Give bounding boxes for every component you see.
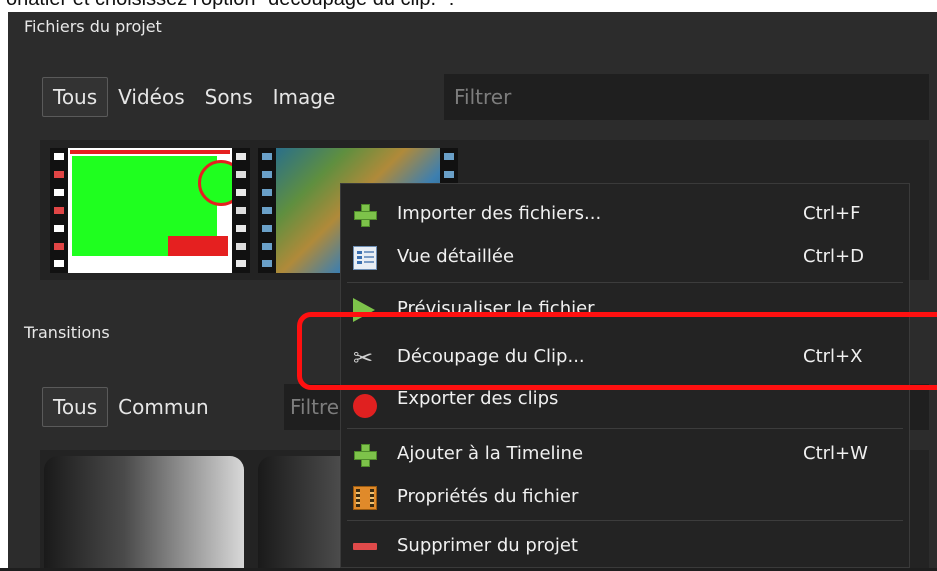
project-files-tabs: Tous Vidéos Sons Image <box>42 74 345 120</box>
minus-icon <box>353 535 377 559</box>
menu-item-label: Importer des fichiers... <box>397 203 602 224</box>
record-icon <box>353 394 377 418</box>
transition-thumbnail-1[interactable] <box>44 456 244 568</box>
thumbnail-image <box>68 148 244 273</box>
menu-item-shortcut: Ctrl+X <box>803 346 863 367</box>
tab-videos[interactable]: Vidéos <box>108 78 194 116</box>
caption-text: onatier et choisissez l'option "découpag… <box>6 0 454 11</box>
menu-item-label: Vue détaillée <box>397 246 515 267</box>
menu-item-label: Exporter des clips <box>397 388 559 409</box>
transitions-tabs: Tous Commun <box>42 384 219 430</box>
film-sprockets <box>50 148 68 273</box>
menu-item-label: Ajouter à la Timeline <box>397 443 584 464</box>
menu-item-label: Découpage du Clip... <box>397 346 585 367</box>
menu-item-shortcut: Ctrl+F <box>803 203 861 224</box>
menu-separator <box>347 428 903 429</box>
tutorial-caption: onatier et choisissez l'option "découpag… <box>0 0 937 12</box>
film-sprockets <box>232 148 250 273</box>
film-sprockets <box>258 148 276 273</box>
plus-icon <box>353 203 377 227</box>
menu-item-import-files[interactable]: Importer des fichiers... Ctrl+F <box>341 191 911 239</box>
tab-sounds[interactable]: Sons <box>195 78 263 116</box>
details-view-icon <box>353 246 377 270</box>
page-margin <box>0 12 8 568</box>
transitions-title: Transitions <box>24 323 110 342</box>
menu-item-label: Propriétés du fichier <box>397 486 579 507</box>
menu-item-file-properties[interactable]: Propriétés du fichier <box>341 474 911 522</box>
tab-all[interactable]: Tous <box>42 77 109 117</box>
project-files-filter-input[interactable]: Filtrer <box>444 74 929 120</box>
menu-item-label: Prévisualiser le fichier <box>397 298 595 319</box>
play-icon <box>353 298 375 322</box>
menu-item-add-to-timeline[interactable]: Ajouter à la Timeline Ctrl+W <box>341 431 911 479</box>
tab-common[interactable]: Commun <box>108 388 219 426</box>
menu-item-split-clip[interactable]: ✂ Découpage du Clip... Ctrl+X <box>341 334 911 382</box>
menu-item-shortcut: Ctrl+D <box>803 246 864 267</box>
tab-images[interactable]: Image <box>263 78 346 116</box>
menu-item-preview-file[interactable]: Prévisualiser le fichier <box>341 286 911 334</box>
menu-separator <box>347 282 903 283</box>
menu-item-export-clips[interactable]: Exporter des clips <box>341 382 911 430</box>
tab-all[interactable]: Tous <box>42 387 109 427</box>
context-menu: Importer des fichiers... Ctrl+F Vue déta… <box>340 183 910 568</box>
plus-icon <box>353 443 377 467</box>
film-icon <box>353 486 377 510</box>
scissors-icon: ✂ <box>353 344 374 372</box>
menu-separator <box>347 520 903 521</box>
file-thumbnail-1[interactable] <box>50 148 250 273</box>
menu-item-remove-from-project[interactable]: Supprimer du projet <box>341 523 911 571</box>
project-files-title: Fichiers du projet <box>24 17 162 36</box>
menu-item-details-view[interactable]: Vue détaillée Ctrl+D <box>341 234 911 282</box>
menu-item-shortcut: Ctrl+W <box>803 443 868 464</box>
menu-item-label: Supprimer du projet <box>397 535 578 556</box>
